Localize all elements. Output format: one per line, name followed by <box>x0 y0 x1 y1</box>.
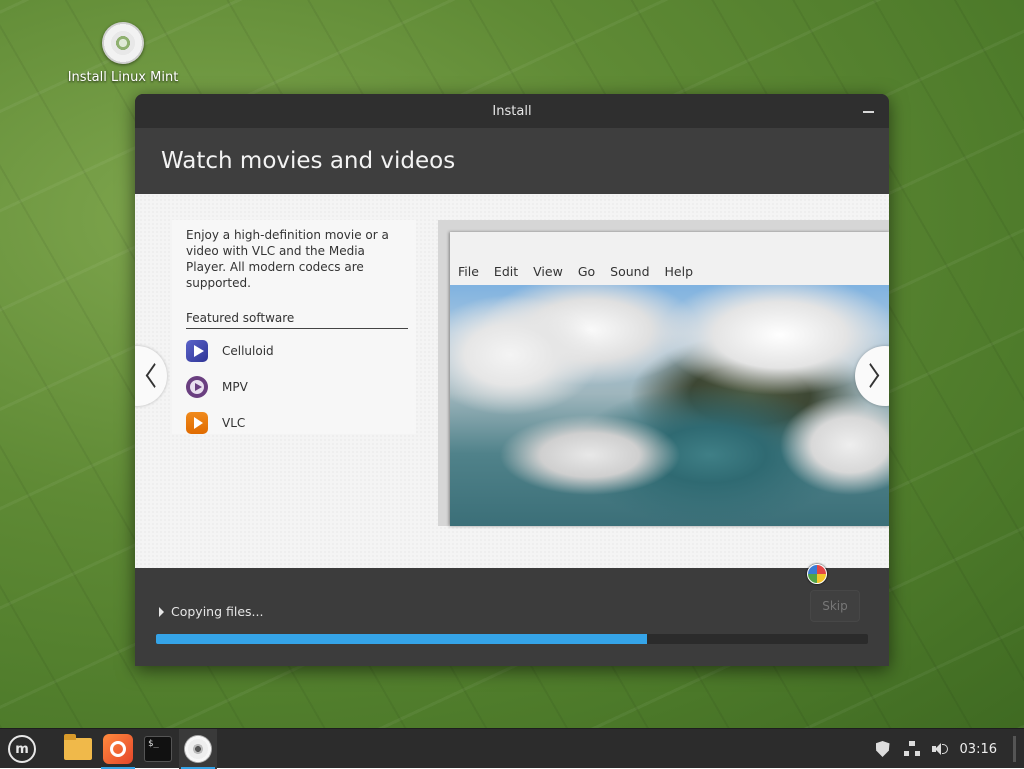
taskbar-installer[interactable] <box>179 729 217 769</box>
installer-footer: Copying files... Skip <box>135 568 889 666</box>
featured-app-vlc: VLC <box>186 408 416 437</box>
taskbar-terminal[interactable]: $_ <box>139 729 177 769</box>
volume-icon[interactable] <box>931 741 948 757</box>
busy-cursor-icon <box>807 564 827 584</box>
window-title: Install <box>492 103 532 119</box>
skip-button[interactable]: Skip <box>810 590 860 622</box>
player-menu-go: Go <box>577 264 596 279</box>
installer-disc-icon <box>184 735 212 763</box>
app-name: MPV <box>222 379 248 394</box>
featured-software-label: Featured software <box>186 311 408 329</box>
vlc-icon <box>186 411 208 434</box>
media-player-screenshot: File Edit View Go Sound Help <box>450 232 889 526</box>
system-tray: 03:16 <box>875 729 1024 769</box>
mpv-icon <box>186 375 208 398</box>
network-icon[interactable] <box>903 741 920 757</box>
firefox-icon <box>103 734 133 764</box>
desktop-icon-install-linux-mint[interactable]: Install Linux Mint <box>64 22 182 85</box>
previous-slide-button[interactable] <box>135 346 167 406</box>
app-name: VLC <box>222 415 246 430</box>
terminal-icon: $_ <box>144 736 172 762</box>
start-menu-button[interactable]: m <box>3 729 41 769</box>
minimize-button[interactable] <box>863 104 875 116</box>
slideshow-panel: Enjoy a high-definition movie or a video… <box>135 194 889 568</box>
chevron-left-icon <box>145 363 164 388</box>
desktop: Install Linux Mint Install Watch movies … <box>0 0 1024 728</box>
player-menu-view: View <box>533 264 563 279</box>
player-menu-edit: Edit <box>493 264 519 279</box>
app-name: Celluloid <box>222 343 274 358</box>
progress-bar <box>156 634 868 644</box>
featured-app-mpv: MPV <box>186 372 416 401</box>
taskbar: m $_ 03:16 <box>0 728 1024 769</box>
slide-header: Watch movies and videos <box>135 128 889 194</box>
player-menu-file: File <box>458 264 479 279</box>
player-menu-sound: Sound <box>610 264 650 279</box>
progress-fill <box>156 634 648 644</box>
disc-icon <box>102 22 144 64</box>
clock[interactable]: 03:16 <box>960 742 997 757</box>
slide-description: Enjoy a high-definition movie or a video… <box>186 228 389 290</box>
desktop-icon-label: Install Linux Mint <box>67 70 179 85</box>
taskbar-files[interactable] <box>59 729 97 769</box>
featured-app-celluloid: Celluloid <box>186 336 416 365</box>
status-text: Copying files... <box>171 604 264 619</box>
slide-title: Watch movies and videos <box>161 148 456 174</box>
chevron-right-icon <box>861 363 880 388</box>
expander-triangle-icon <box>159 606 164 617</box>
status-expander[interactable]: Copying files... <box>159 604 263 619</box>
folder-icon <box>64 734 92 760</box>
show-desktop-button[interactable] <box>1013 736 1016 762</box>
window-titlebar[interactable]: Install <box>135 94 889 128</box>
installer-window: Install Watch movies and videos Enjoy a … <box>135 94 889 666</box>
update-shield-icon[interactable] <box>875 741 892 757</box>
celluloid-icon <box>186 339 208 362</box>
taskbar-firefox[interactable] <box>99 729 137 769</box>
player-menubar: File Edit View Go Sound Help <box>450 232 889 285</box>
video-frame-aerial-clouds <box>450 285 889 526</box>
info-card: Enjoy a high-definition movie or a video… <box>172 220 416 434</box>
player-menu-help: Help <box>664 264 694 279</box>
mint-menu-icon: m <box>8 735 36 763</box>
